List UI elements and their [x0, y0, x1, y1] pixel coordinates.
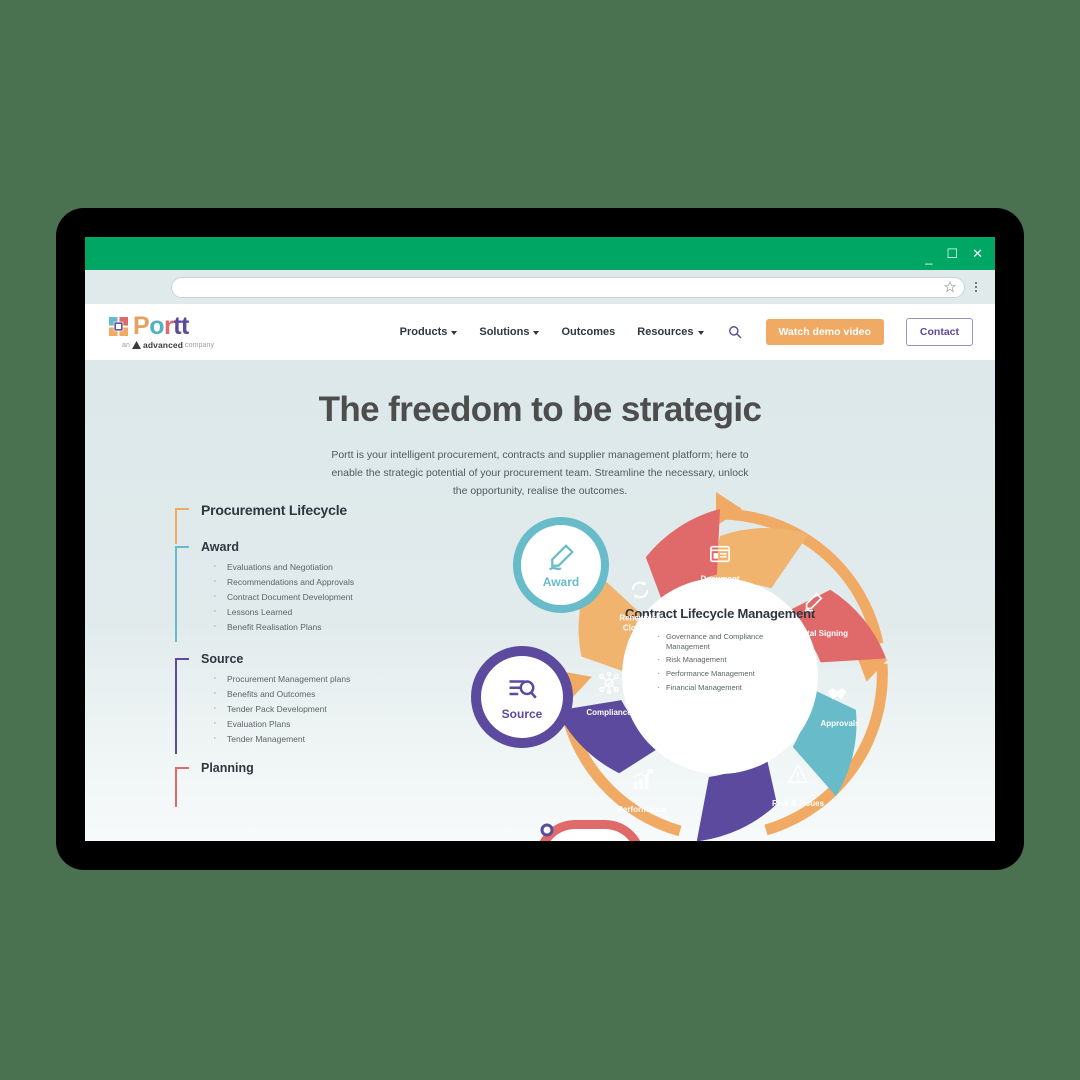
wheel-hub-title: Contract Lifecycle Management [625, 606, 815, 621]
maximize-button[interactable]: ☐ [946, 247, 958, 260]
logo-tagline-prefix: an [122, 341, 130, 349]
logo-letter: o [149, 312, 164, 340]
list-item: Benefits and Outcomes [211, 688, 425, 698]
planning-connector [540, 823, 554, 837]
nav-label: Products [399, 326, 448, 338]
address-bar[interactable] [171, 276, 965, 298]
nav-item-products[interactable]: Products [400, 326, 458, 338]
lifecycle-title-rail [175, 508, 189, 544]
nav-label: Resources [637, 326, 694, 338]
browser-toolbar [85, 270, 995, 304]
lifecycle-section-source: Source Procurement Management plans Bene… [175, 651, 425, 754]
search-list-icon [509, 679, 537, 699]
logo-letter: r [163, 312, 174, 340]
portt-logo-mark [109, 317, 128, 336]
list-item: Performance Management [655, 667, 785, 680]
advanced-chevron-icon [132, 341, 141, 349]
list-item: Risk Management [655, 653, 785, 666]
minimize-button[interactable]: _ [925, 251, 932, 264]
browser-window: _ ☐ ✕ P o r t t an advanced company Prod… [85, 237, 995, 841]
section-rail [175, 546, 189, 642]
lifecycle-title-block: Procurement Lifecycle [175, 502, 425, 544]
stage-node-source[interactable]: Source [471, 646, 573, 748]
page-content: The freedom to be strategic Portt is you… [85, 360, 995, 841]
lifecycle-section-award: Award Evaluations and Negotiation Recomm… [175, 540, 425, 642]
contact-button[interactable]: Contact [905, 318, 973, 346]
list-item: Governance and Compliance Management [655, 630, 785, 652]
logo-tagline-brand: advanced [143, 340, 184, 350]
browser-menu-button[interactable] [965, 282, 987, 292]
close-button[interactable]: ✕ [972, 247, 983, 260]
search-icon[interactable] [728, 325, 742, 339]
list-item: Procurement Management plans [211, 673, 425, 683]
list-item: Evaluation Plans [211, 718, 425, 728]
logo-letter: t [173, 312, 182, 340]
list-item: Benefit Realisation Plans [211, 621, 425, 631]
list-item: Financial Management [655, 681, 785, 694]
wheel-hub: Contract Lifecycle Management Governance… [622, 578, 818, 774]
procurement-lifecycle-list: Procurement Lifecycle Award Evaluations … [175, 502, 425, 807]
list-item: Tender Management [211, 733, 425, 743]
list-item: Tender Pack Development [211, 703, 425, 713]
site-header: P o r t t an advanced company Products S… [85, 304, 995, 360]
section-rail [175, 657, 189, 754]
logo-letter: P [133, 312, 150, 340]
chevron-down-icon [451, 331, 458, 335]
section-items: Evaluations and Negotiation Recommendati… [211, 561, 425, 631]
lifecycle-section-planning: Planning [175, 761, 425, 807]
nav-label: Solutions [479, 326, 530, 338]
lifecycle-title: Procurement Lifecycle [201, 502, 347, 518]
stage-node-award[interactable]: Award [513, 517, 609, 613]
logo-tagline-suffix: company [185, 341, 215, 349]
logo-tagline: an advanced company [109, 340, 214, 350]
section-rail [175, 767, 189, 807]
wheel-hub-items: Governance and Compliance Management Ris… [655, 630, 785, 697]
stage-node-label: Source [501, 706, 543, 721]
stage-node-label: Award [542, 574, 580, 589]
hero-section: The freedom to be strategic Portt is you… [85, 360, 995, 500]
nav-item-solutions[interactable]: Solutions [479, 326, 540, 338]
main-navigation: Products Solutions Outcomes Resources Wa… [400, 318, 973, 346]
list-item: Contract Document Development [211, 591, 425, 601]
bookmark-star-icon[interactable] [944, 281, 956, 293]
nav-label: Outcomes [561, 326, 616, 338]
portt-wordmark: P o r t t [133, 314, 189, 339]
list-item: Evaluations and Negotiation [211, 561, 425, 571]
list-item: Lessons Learned [211, 606, 425, 616]
browser-titlebar: _ ☐ ✕ [85, 237, 995, 270]
chevron-down-icon [697, 331, 704, 335]
chevron-down-icon [533, 331, 540, 335]
tablet-device-frame: _ ☐ ✕ P o r t t an advanced company Prod… [56, 208, 1024, 870]
section-items: Procurement Management plans Benefits an… [211, 673, 425, 743]
portt-logo[interactable]: P o r t t an advanced company [109, 314, 214, 350]
logo-letter: t [181, 312, 189, 340]
list-item: Recommendations and Approvals [211, 576, 425, 586]
page-title: The freedom to be strategic [318, 390, 762, 429]
nav-item-outcomes[interactable]: Outcomes [561, 326, 615, 338]
section-heading: Award [201, 540, 239, 554]
watch-demo-video-button[interactable]: Watch demo video [765, 319, 884, 345]
section-heading: Planning [201, 761, 254, 775]
nav-item-resources[interactable]: Resources [637, 326, 704, 338]
pen-icon [548, 543, 574, 570]
section-heading: Source [201, 651, 244, 666]
